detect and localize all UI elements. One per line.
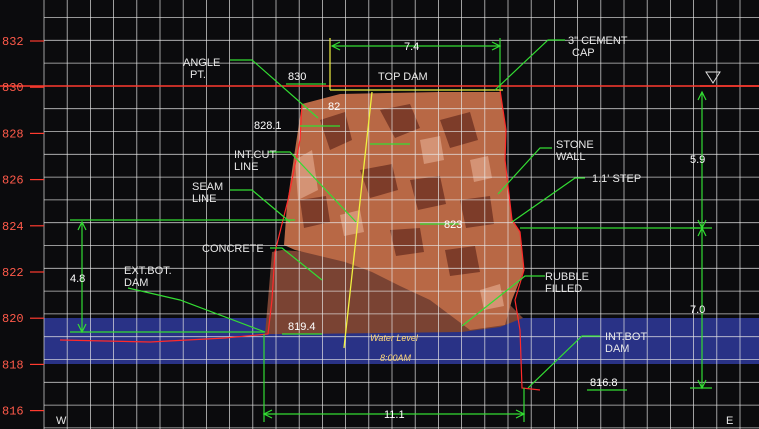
int-bot-label-1: INT.BOT xyxy=(605,331,647,343)
dam-cross-section-drawing: 832 830 828 826 824 822 820 818 816 3" CEMENT CA… xyxy=(0,0,759,429)
rubble-label-1: RUBBLE xyxy=(545,271,589,283)
west-label: W xyxy=(56,415,67,427)
int-cut-label-1: INT.CUT xyxy=(234,149,276,161)
seam-label-2: LINE xyxy=(192,193,216,205)
top-dam-label: TOP DAM xyxy=(378,71,428,83)
ext-bot-label-2: DAM xyxy=(124,277,148,289)
y-tick-label: 832 xyxy=(2,35,24,49)
cement-cap-label-1: 3" CEMENT xyxy=(568,35,628,47)
elev-823-label: 823 xyxy=(444,219,462,231)
water-level-label-2: 8:00AM xyxy=(380,353,412,363)
int-cut-label-2: LINE xyxy=(234,161,258,173)
angle-pt-label-1: ANGLE xyxy=(183,57,220,69)
y-tick-label: 828 xyxy=(2,127,24,141)
y-tick-label: 818 xyxy=(2,358,24,372)
east-label: E xyxy=(726,415,733,427)
cement-cap-label-2: CAP xyxy=(572,47,595,59)
angle-pt-label-2: PT. xyxy=(190,69,206,81)
step-label: 1.1' STEP xyxy=(592,173,641,185)
int-bot-label-2: DAM xyxy=(605,343,629,355)
top-width-dim: 7.4 xyxy=(404,41,419,53)
ext-height-dim: 4.8 xyxy=(70,273,85,285)
elev-828-1-label: 828.1 xyxy=(254,120,282,132)
height-lower-dim: 7.0 xyxy=(690,304,705,316)
top-dam-elev-label: 830 xyxy=(288,71,306,83)
concrete-label: CONCRETE xyxy=(202,243,264,255)
seam-label-1: SEAM xyxy=(192,181,223,193)
height-upper-dim: 5.9 xyxy=(690,154,705,166)
elev-82x-label: 82 xyxy=(328,101,340,113)
elev-819-4-label: 819.4 xyxy=(288,321,316,333)
y-tick-label: 816 xyxy=(2,405,24,419)
y-tick-label: 820 xyxy=(2,312,24,326)
y-tick-label: 826 xyxy=(2,174,24,188)
y-tick-label: 824 xyxy=(2,220,24,234)
y-tick-label: 830 xyxy=(2,81,24,95)
ext-bot-label-1: EXT.BOT. xyxy=(124,265,172,277)
stone-wall-label-2: WALL xyxy=(556,151,586,163)
base-width-dim: 11.1 xyxy=(384,409,405,421)
rubble-label-2: FILLED xyxy=(545,283,582,295)
stone-wall-label-1: STONE xyxy=(556,139,594,151)
y-tick-label: 822 xyxy=(2,266,24,280)
water-level-label-1: Water Level xyxy=(370,333,419,343)
elev-816-8-label: 816.8 xyxy=(590,377,618,389)
